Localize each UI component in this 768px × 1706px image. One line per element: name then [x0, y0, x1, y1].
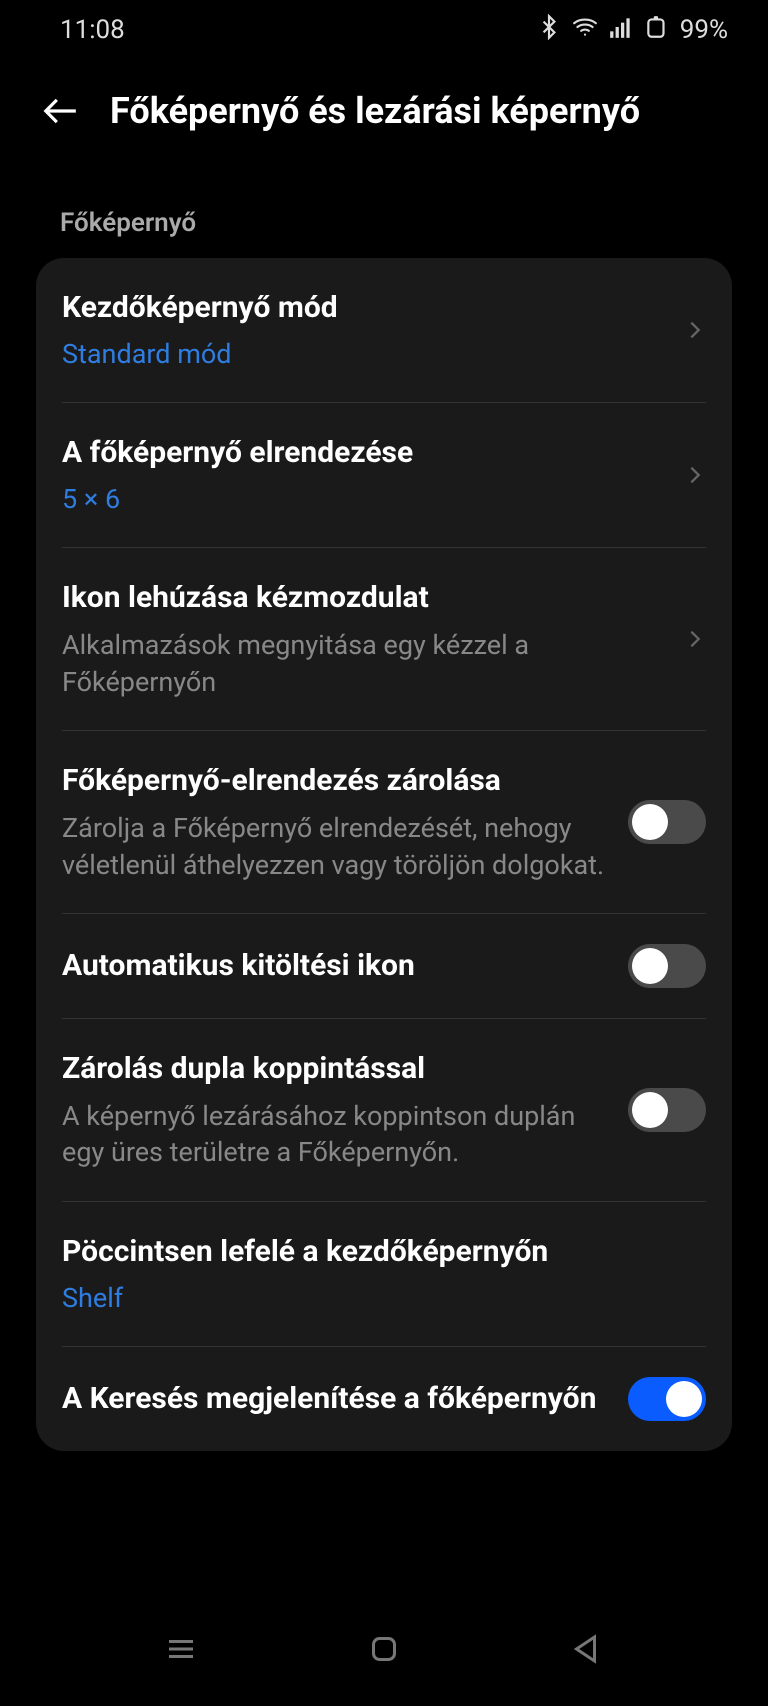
row-value: 5 × 6 — [62, 482, 666, 517]
row-swipe-down[interactable]: Pöccintsen lefelé a kezdőképernyőn Shelf — [62, 1202, 706, 1347]
row-autofill-icon: Automatikus kitöltési ikon — [62, 914, 706, 1019]
status-time: 11:08 — [60, 15, 125, 45]
wifi-icon — [572, 14, 598, 47]
section-label-home: Főképernyő — [0, 152, 768, 258]
battery-icon — [644, 14, 670, 47]
row-show-search: A Keresés megjelenítése a főképernyőn — [62, 1347, 706, 1451]
row-lock-layout: Főképernyő-elrendezés zárolása Zárolja a… — [62, 731, 706, 914]
status-icons: 99% — [536, 14, 728, 47]
signal-icon — [608, 14, 634, 47]
toggle-autofill[interactable] — [628, 944, 706, 988]
system-nav-bar — [0, 1596, 768, 1706]
row-title: A Keresés megjelenítése a főképernyőn — [62, 1379, 610, 1418]
row-icon-pulldown[interactable]: Ikon lehúzása kézmozdulat Alkalmazások m… — [62, 548, 706, 731]
row-title: Ikon lehúzása kézmozdulat — [62, 578, 666, 617]
row-title: Zárolás dupla koppintással — [62, 1049, 610, 1088]
status-bar: 11:08 99% — [0, 0, 768, 60]
row-title: Automatikus kitöltési ikon — [62, 946, 610, 985]
row-title: Pöccintsen lefelé a kezdőképernyőn — [62, 1232, 706, 1271]
chevron-right-icon — [684, 628, 706, 650]
toggle-search[interactable] — [628, 1377, 706, 1421]
row-value: Shelf — [62, 1281, 706, 1316]
page-title: Főképernyő és lezárási képernyő — [110, 90, 640, 132]
row-value: Standard mód — [62, 337, 666, 372]
row-title: A főképernyő elrendezése — [62, 433, 666, 472]
row-title: Főképernyő-elrendezés zárolása — [62, 761, 610, 800]
back-nav-button[interactable] — [569, 1631, 605, 1671]
row-home-mode[interactable]: Kezdőképernyő mód Standard mód — [62, 258, 706, 403]
chevron-right-icon — [684, 464, 706, 486]
row-desc: Alkalmazások megnyitása egy kézzel a Fők… — [62, 627, 666, 700]
row-desc: Zárolja a Főképernyő elrendezését, nehog… — [62, 810, 610, 883]
row-desc: A képernyő lezárásához koppintson duplán… — [62, 1098, 610, 1171]
home-button[interactable] — [366, 1631, 402, 1671]
toggle-lock-layout[interactable] — [628, 800, 706, 844]
bluetooth-icon — [536, 14, 562, 47]
recent-apps-button[interactable] — [163, 1631, 199, 1671]
chevron-right-icon — [684, 319, 706, 341]
settings-card: Kezdőképernyő mód Standard mód A főképer… — [36, 258, 732, 1451]
row-title: Kezdőképernyő mód — [62, 288, 666, 327]
battery-percent: 99% — [680, 15, 728, 45]
toggle-doubletap[interactable] — [628, 1088, 706, 1132]
header: Főképernyő és lezárási képernyő — [0, 60, 768, 152]
row-doubletap-lock: Zárolás dupla koppintással A képernyő le… — [62, 1019, 706, 1202]
row-home-layout[interactable]: A főképernyő elrendezése 5 × 6 — [62, 403, 706, 548]
back-button[interactable] — [40, 91, 80, 131]
